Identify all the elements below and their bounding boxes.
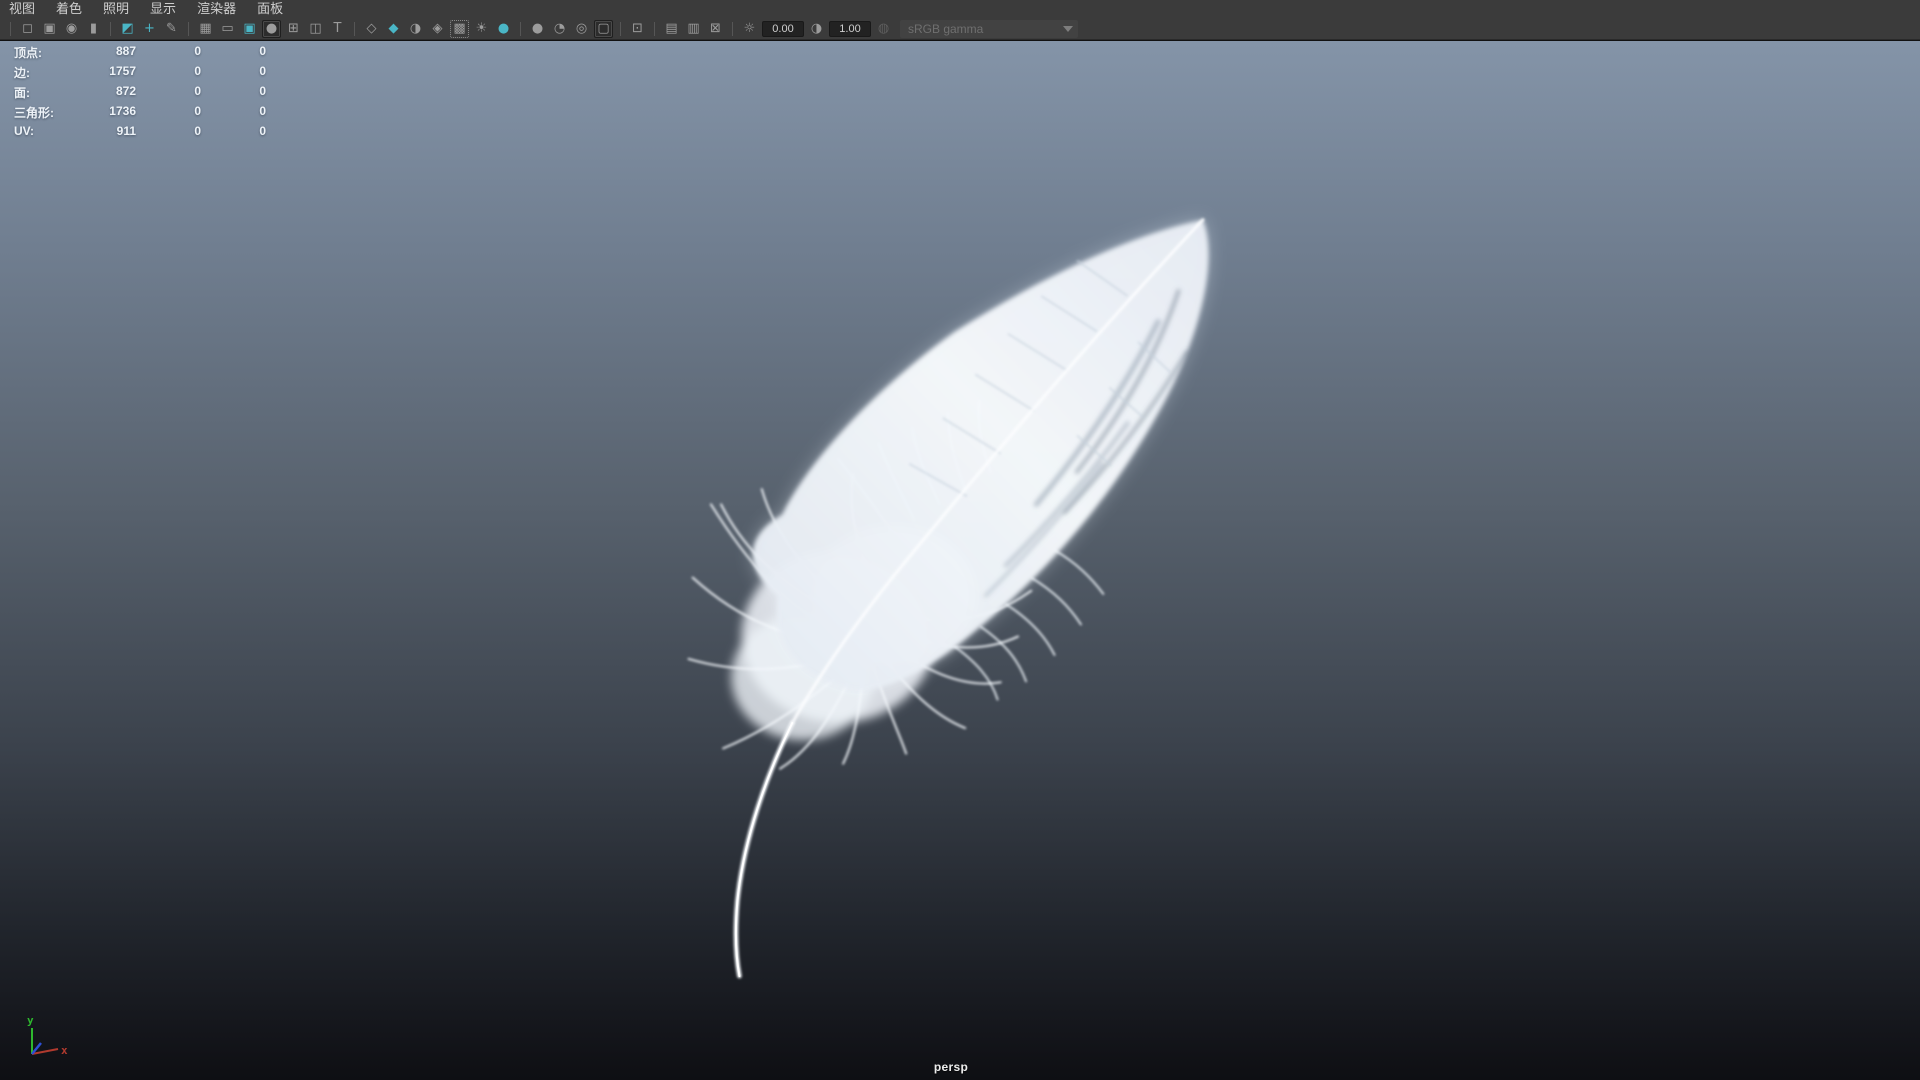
image-toggle-icon[interactable]: ⊠	[706, 20, 725, 38]
shadows-icon[interactable]: ●	[494, 20, 513, 38]
contrast-field[interactable]	[829, 21, 871, 37]
hud-value: 0	[259, 64, 266, 78]
toolbar-separator	[520, 22, 521, 36]
toolbar-separator	[110, 22, 111, 36]
hud-value: 0	[194, 44, 201, 58]
hud-label: 边:	[14, 66, 30, 80]
viewport-toolbar: ◻ ▣ ◉ ▮ ◩ + ✎ ▦ ▭ ▣ ● ⊞ ◫ T ◇ ◆ ◑ ◈ ▩ ☀ …	[0, 18, 1920, 40]
isolate-select-icon[interactable]: ⊡	[628, 20, 647, 38]
hud-value: 872	[115, 84, 136, 98]
grease-pencil-icon[interactable]: ✎	[162, 20, 181, 38]
hud-value: 0	[259, 124, 266, 138]
textured-checker-icon[interactable]: ▩	[450, 20, 469, 38]
3d-viewport[interactable]: 顶点: 887 0 0 边: 1757 0 0 面: 872 0 0 三角形: …	[0, 41, 1920, 1080]
hud-value: 887	[115, 44, 136, 58]
camera-label: persp	[933, 1060, 969, 1074]
select-camera-icon[interactable]: ◻	[18, 20, 37, 38]
hud-value: 0	[259, 44, 266, 58]
toolbar-separator	[354, 22, 355, 36]
depth-of-field-icon[interactable]: ▢	[594, 20, 613, 38]
toolbar-separator	[620, 22, 621, 36]
gate-mask-icon[interactable]: ●	[262, 20, 281, 38]
hud-value: 1736	[109, 104, 136, 118]
exposure-field[interactable]	[762, 21, 804, 37]
panel-header: 视图 着色 照明 显示 渲染器 面板 ◻ ▣ ◉ ▮ ◩ + ✎ ▦ ▭ ▣ ●…	[0, 0, 1920, 40]
field-chart-icon[interactable]: ⊞	[284, 20, 303, 38]
bookmark-icon[interactable]: ▮	[84, 20, 103, 38]
pan-zoom-icon[interactable]: +	[140, 20, 159, 38]
textured-ball-icon[interactable]: ◑	[406, 20, 425, 38]
hud-value: 911	[116, 124, 136, 138]
shaded-cube-icon[interactable]: ◆	[384, 20, 403, 38]
lights-icon[interactable]: ☀	[472, 20, 491, 38]
snapshot-copy-icon[interactable]: ▤	[662, 20, 681, 38]
film-gate-icon[interactable]: ▭	[218, 20, 237, 38]
menu-item-renderer[interactable]: 渲染器	[197, 0, 236, 18]
y-axis-label: y	[27, 1014, 34, 1027]
lock-camera-icon[interactable]: ▣	[40, 20, 59, 38]
toolbar-separator	[188, 22, 189, 36]
toolbar-separator	[732, 22, 733, 36]
exposure-icon[interactable]: ☼	[740, 20, 759, 38]
gamma-toggle-icon[interactable]: ◍	[874, 20, 893, 38]
toolbar-separator	[654, 22, 655, 36]
hud-value: 0	[259, 84, 266, 98]
poly-count-hud: 顶点: 887 0 0 边: 1757 0 0 面: 872 0 0 三角形: …	[14, 44, 266, 144]
menu-item-show[interactable]: 显示	[150, 0, 176, 18]
color-transform-label: sRGB gamma	[908, 22, 984, 36]
hud-value: 0	[194, 104, 201, 118]
axis-gizmo: y x	[27, 1014, 68, 1057]
safe-title-icon[interactable]: T	[328, 20, 347, 38]
hud-value: 0	[194, 84, 201, 98]
motion-blur-icon[interactable]: ◔	[550, 20, 569, 38]
toolbar-separator	[10, 22, 11, 36]
ssao-icon[interactable]: ●	[528, 20, 547, 38]
color-transform-dropdown[interactable]: sRGB gamma	[900, 20, 1078, 38]
menu-bar: 视图 着色 照明 显示 渲染器 面板	[0, 0, 1920, 18]
grid-icon[interactable]: ▦	[196, 20, 215, 38]
wire-on-shaded-icon[interactable]: ◈	[428, 20, 447, 38]
anti-aliasing-icon[interactable]: ◎	[572, 20, 591, 38]
hud-label: UV:	[14, 124, 35, 138]
hud-value: 0	[194, 124, 201, 138]
image-plane-icon[interactable]: ◩	[118, 20, 137, 38]
hud-label: 三角形:	[14, 106, 54, 120]
hud-value: 0	[259, 104, 266, 118]
snapshot-paste-icon[interactable]: ▥	[684, 20, 703, 38]
menu-item-shading[interactable]: 着色	[56, 0, 82, 18]
safe-action-icon[interactable]: ◫	[306, 20, 325, 38]
menu-item-lighting[interactable]: 照明	[103, 0, 129, 18]
hud-value: 0	[194, 64, 201, 78]
wireframe-cube-icon[interactable]: ◇	[362, 20, 381, 38]
chevron-down-icon	[1063, 26, 1073, 32]
x-axis-label: x	[61, 1044, 68, 1057]
menu-item-panels[interactable]: 面板	[257, 0, 283, 18]
feather-model	[687, 218, 1209, 979]
hud-label: 顶点:	[14, 46, 42, 60]
menu-item-view[interactable]: 视图	[9, 0, 35, 18]
hud-label: 面:	[14, 86, 30, 100]
contrast-icon[interactable]: ◑	[807, 20, 826, 38]
hud-value: 1757	[109, 64, 136, 78]
camera-attributes-icon[interactable]: ◉	[62, 20, 81, 38]
resolution-gate-icon[interactable]: ▣	[240, 20, 259, 38]
